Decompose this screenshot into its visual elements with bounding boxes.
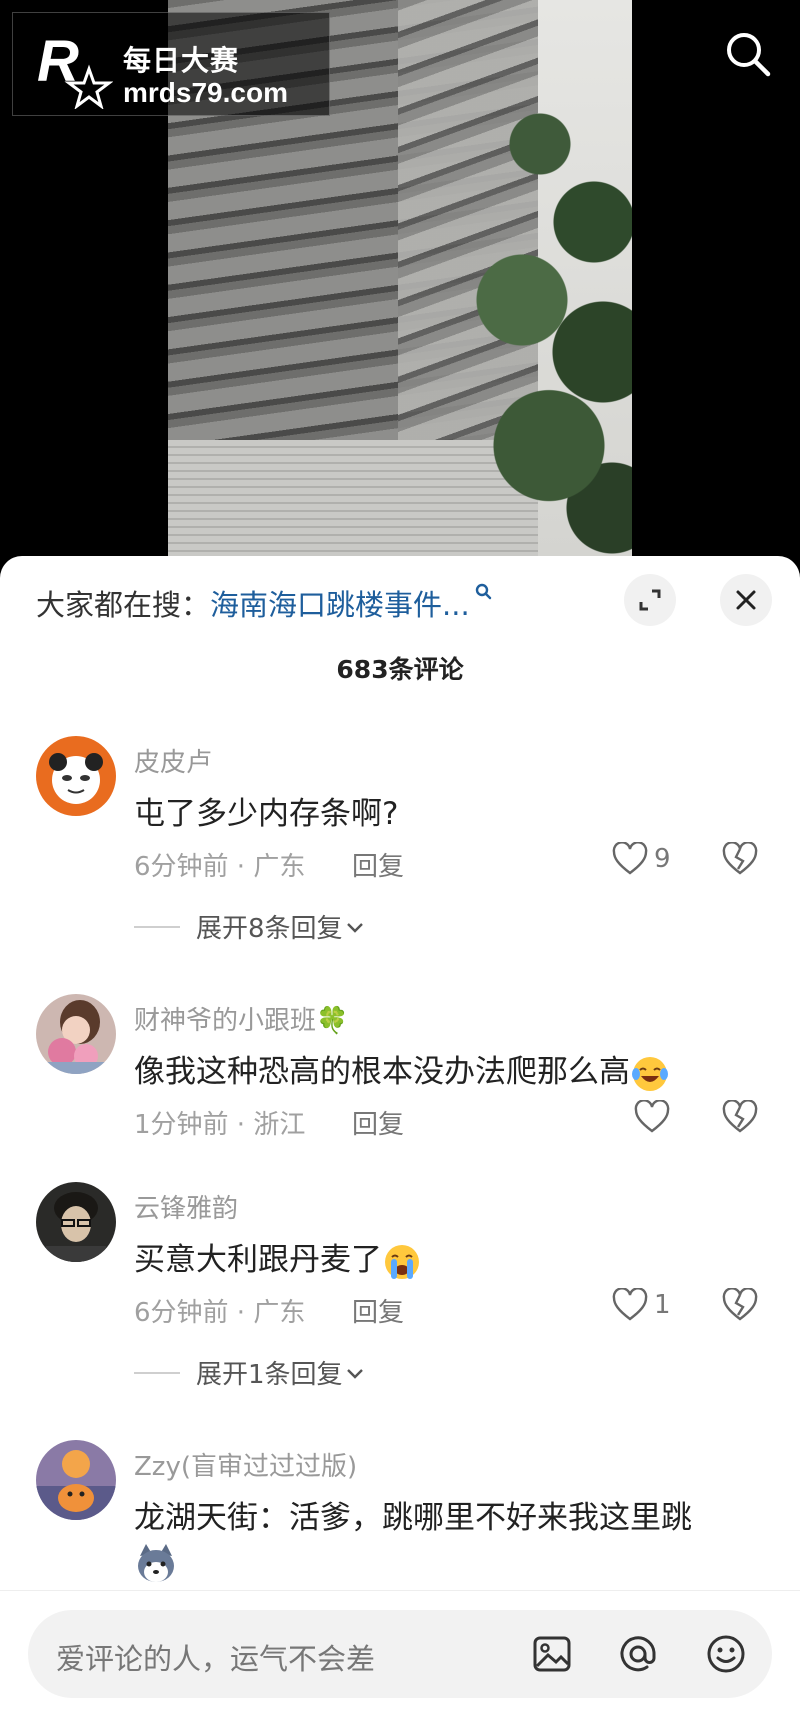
comment-author[interactable]: 财神爷的小跟班🍀 [134,1000,348,1037]
like-count: 9 [654,844,671,874]
comment-input-placeholder: 爱评论的人，运气不会差 [56,1642,376,1676]
comment-input[interactable]: 爱评论的人，运气不会差 [28,1610,772,1698]
dislike-button[interactable] [722,1099,758,1138]
comment-sheet: 大家都在搜：海南海口跳楼事件... 683条评论 皮皮卢 屯了多少内存条啊? 6… [0,556,800,1715]
expand-replies-label: 展开8条回复 [196,914,343,944]
hot-search-link[interactable]: 大家都在搜：海南海口跳楼事件... [36,582,494,624]
comment-text-body: 像我这种恐高的根本没办法爬那么高 [134,1054,630,1090]
close-icon [736,590,756,610]
close-button[interactable] [720,574,772,626]
reply-button[interactable]: 回复 [352,1104,404,1141]
dislike-button[interactable] [722,1287,758,1326]
expand-replies[interactable]: 展开8条回复 [134,908,367,945]
chevron-down-icon [346,922,363,933]
like-count: 1 [654,1290,671,1320]
logo-mark: R [37,29,113,109]
hot-search-prefix: 大家都在搜： [36,588,211,622]
comment-text: 屯了多少内存条啊? [134,796,399,832]
comment-meta: 6分钟前 · 广东 [134,852,306,882]
at-icon[interactable] [616,1632,660,1676]
comment-text: 买意大利跟丹麦了 [134,1234,422,1282]
avatar[interactable] [36,994,116,1074]
dislike-button[interactable] [722,841,758,880]
tree-image [468,40,632,560]
smiley-icon[interactable] [704,1632,748,1676]
input-divider [0,1590,800,1591]
reply-button[interactable]: 回复 [352,1292,404,1329]
crying-emoji-icon [385,1244,419,1279]
comment-author[interactable]: 云锋雅韵 [134,1188,238,1225]
expand-button[interactable] [624,574,676,626]
search-icon[interactable] [718,24,778,84]
comment-author[interactable]: 皮皮卢 [134,742,212,779]
comment-meta: 6分钟前 · 广东 [134,1298,306,1328]
comment-item: Zzy(盲审过过过版) 龙湖天街：活爹，跳哪里不好来我这里跳 [0,1440,800,1600]
bottom-strip [0,1700,800,1715]
avatar[interactable] [36,1440,116,1520]
comment-meta: 1分钟前 · 浙江 [134,1110,306,1140]
avatar[interactable] [36,736,116,816]
video-player[interactable]: R 每日大赛 mrds79.com [0,0,800,580]
heart-icon [612,1288,648,1321]
like-button[interactable] [634,1100,676,1134]
expand-replies[interactable]: 展开1条回复 [134,1354,367,1391]
expand-replies-label: 展开1条回复 [196,1360,343,1390]
comment-author[interactable]: Zzy(盲审过过过版) [134,1446,357,1483]
broken-heart-icon [722,841,758,875]
like-button[interactable]: 1 [612,1288,671,1322]
reply-button[interactable]: 回复 [352,846,404,883]
watermark-logo: R 每日大赛 mrds79.com [12,12,330,116]
husky-emoji-icon [138,1544,174,1582]
mini-search-icon [475,583,491,600]
hot-search-term[interactable]: 海南海口跳楼事件... [210,588,470,622]
expand-line [134,925,180,928]
heart-icon [612,842,648,875]
watermark-url: mrds79.com [123,77,288,108]
broken-heart-icon [722,1287,758,1321]
comment-item: 皮皮卢 屯了多少内存条啊? 6分钟前 · 广东 回复 9 展开8条回复 [0,736,800,986]
watermark-title: 每日大赛 [123,44,240,77]
like-button[interactable]: 9 [612,842,671,876]
heart-icon [634,1100,670,1133]
expand-icon [639,589,661,611]
expand-line [134,1371,180,1374]
chevron-down-icon [346,1368,363,1379]
comment-text: 像我这种恐高的根本没办法爬那么高 [134,1046,670,1094]
comment-item: 云锋雅韵 买意大利跟丹麦了 6分钟前 · 广东 回复 1 展开1条回复 [0,1182,800,1432]
comment-text: 龙湖天街：活爹，跳哪里不好来我这里跳 [134,1500,692,1536]
image-icon[interactable] [530,1632,574,1676]
crying-laughing-emoji-icon [632,1056,668,1091]
broken-heart-icon [722,1099,758,1133]
comment-item: 财神爷的小跟班🍀 像我这种恐高的根本没办法爬那么高 1分钟前 · 浙江 回复 [0,994,800,1164]
comment-text-body: 买意大利跟丹麦了 [134,1242,382,1278]
avatar[interactable] [36,1182,116,1262]
comment-count: 683条评论 [336,655,464,684]
